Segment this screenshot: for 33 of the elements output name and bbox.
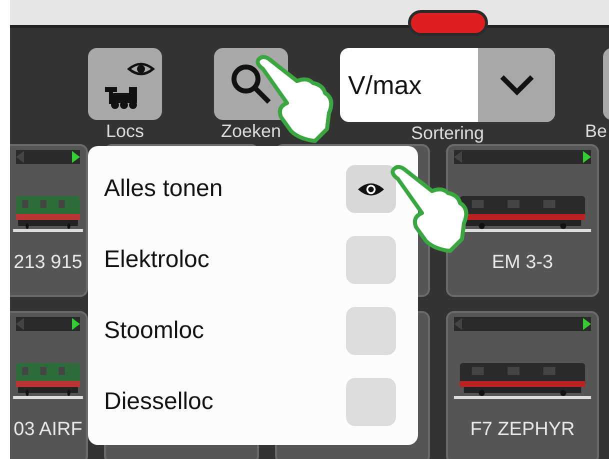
loco-card[interactable]: EM 3-3 <box>446 144 599 297</box>
search-icon <box>229 62 273 106</box>
sort-dropdown[interactable]: V/max <box>340 48 555 122</box>
menu-item-label: Alles tonen <box>104 175 223 204</box>
right-arrow-icon <box>72 151 80 163</box>
right-arrow-icon <box>583 318 591 330</box>
loco-card[interactable]: 213 915 <box>10 144 88 297</box>
toolbar-label: Sortering <box>410 123 484 144</box>
left-arrow-icon <box>16 151 24 163</box>
left-arrow-icon <box>454 318 462 330</box>
toolbar-label: Be <box>585 121 608 142</box>
toolbar-label: Locs <box>106 121 144 142</box>
toolbar-button[interactable] <box>88 48 162 120</box>
loco-card[interactable]: F7 ZEPHYR <box>446 311 599 459</box>
filter-checkbox[interactable] <box>346 306 396 355</box>
menu-item-label: Stoomloc <box>104 316 204 345</box>
filter-checkbox[interactable] <box>346 236 396 284</box>
menu-item-label: Elektroloc <box>104 246 210 274</box>
filter-checkbox[interactable] <box>346 378 396 426</box>
left-arrow-icon <box>16 318 24 330</box>
loco-name: F7 ZEPHYR <box>470 419 575 441</box>
toolbar-label: Zoeken <box>220 121 282 142</box>
eye-icon <box>357 180 385 198</box>
menu-item-label: Diesselloc <box>104 388 214 416</box>
loco-name: 03 AIRF <box>14 419 82 441</box>
right-arrow-icon <box>583 151 591 163</box>
left-arrow-icon <box>454 151 462 163</box>
filter-checkbox[interactable] <box>346 165 396 214</box>
loco-card[interactable]: 03 AIRF <box>10 311 88 459</box>
chevron-down-icon[interactable] <box>478 48 555 122</box>
right-arrow-icon <box>72 318 80 330</box>
loco-name: 213 915 <box>14 252 82 274</box>
loco-name: EM 3-3 <box>492 252 554 274</box>
